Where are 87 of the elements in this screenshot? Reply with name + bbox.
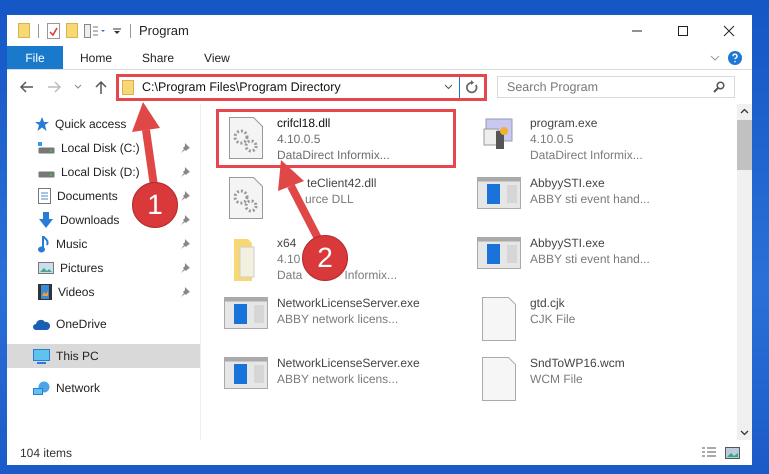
file-name[interactable]: SndToWP16.wcm <box>530 355 625 371</box>
star-icon <box>33 117 49 131</box>
picture-icon <box>38 262 54 274</box>
sidebar-item[interactable]: Videos <box>58 285 94 299</box>
properties-icon[interactable] <box>47 22 60 38</box>
pin-icon[interactable] <box>180 167 190 177</box>
file-detail: ABBY network licens... <box>277 311 398 327</box>
file-detail: ABBY network licens... <box>277 371 398 387</box>
monitor-icon <box>33 348 50 364</box>
scroll-down-icon[interactable] <box>740 430 749 436</box>
search-icon[interactable] <box>713 81 725 93</box>
gear-file-icon[interactable] <box>229 177 263 219</box>
chevron-down-icon[interactable] <box>444 84 453 90</box>
file-detail: Informix... <box>344 267 398 283</box>
scrollbar[interactable] <box>737 104 752 440</box>
sidebar-item[interactable]: Quick access <box>7 112 200 136</box>
pin-icon[interactable] <box>180 263 190 273</box>
thumbnail-view-icon[interactable] <box>725 446 740 458</box>
up-arrow-icon[interactable] <box>95 80 107 94</box>
file-detail: DataDirect Informix... <box>277 147 390 163</box>
view-icon[interactable] <box>84 24 106 38</box>
film-icon <box>38 284 52 300</box>
pin-icon[interactable] <box>180 239 190 249</box>
window-icon[interactable] <box>477 177 521 209</box>
window-icon[interactable] <box>224 297 268 329</box>
sidebar-item[interactable]: This PC <box>7 344 200 368</box>
sidebar-item[interactable]: OneDrive <box>7 312 200 336</box>
file-name[interactable]: x64 <box>277 235 296 251</box>
file-name[interactable]: AbbyySTI.exe <box>530 235 605 251</box>
address-path: C:\Program Files\Program Directory <box>142 80 342 94</box>
ribbon-tab[interactable]: Share <box>127 46 190 69</box>
chevron-down-icon[interactable] <box>74 84 82 90</box>
file-detail: CJK File <box>530 311 576 327</box>
window-icon[interactable] <box>224 357 268 389</box>
back-arrow-icon[interactable] <box>20 81 34 93</box>
scrollbar-thumb[interactable] <box>737 120 752 170</box>
file-detail: urce DLL <box>305 191 354 207</box>
sidebar-item[interactable]: Local Disk (C:) <box>61 141 140 155</box>
file-detail: ABBY sti event hand... <box>530 251 650 267</box>
dropdown-icon[interactable] <box>112 26 122 36</box>
file-icon[interactable] <box>482 357 516 401</box>
ribbon-tab[interactable]: Home <box>65 46 128 69</box>
file-detail: Data <box>277 267 302 283</box>
file-detail: 4.10.0.5 <box>277 131 320 147</box>
refresh-icon[interactable] <box>465 80 479 94</box>
forward-arrow-icon[interactable] <box>47 81 61 93</box>
file-detail: 4.10 <box>277 251 300 267</box>
file-name[interactable]: AbbyySTI.exe <box>530 175 605 191</box>
sidebar-item[interactable]: Downloads <box>60 213 120 227</box>
pin-icon[interactable] <box>180 191 190 201</box>
sidebar-item[interactable]: Network <box>7 376 200 400</box>
file-name[interactable]: NetworkLicenseServer.exe <box>277 295 420 311</box>
sidebar-item[interactable]: Pictures <box>60 261 104 275</box>
file-icon[interactable] <box>482 297 516 341</box>
address-bar[interactable]: C:\Program Files\Program Directory <box>119 76 460 98</box>
file-detail: WCM File <box>530 371 583 387</box>
file-name[interactable]: crifcl18.dll <box>277 115 330 131</box>
network-icon <box>33 380 50 396</box>
cloud-icon <box>33 318 50 330</box>
folder-icon <box>122 80 134 94</box>
file-name[interactable]: teClient42.dll <box>307 175 376 191</box>
document-icon <box>38 188 51 204</box>
search-field[interactable]: Search Program <box>497 76 735 98</box>
pin-icon[interactable] <box>180 143 190 153</box>
sidebar-item[interactable]: Local Disk (D:) <box>61 165 140 179</box>
file-menu-button[interactable]: File <box>7 46 63 69</box>
gear-file-icon[interactable] <box>229 117 263 159</box>
pin-icon[interactable] <box>180 215 190 225</box>
music-note-icon <box>38 236 50 252</box>
window-icon[interactable] <box>477 237 521 269</box>
ribbon-tab[interactable]: View <box>189 46 245 69</box>
file-name[interactable]: program.exe <box>530 115 598 131</box>
sidebar-item[interactable]: Documents <box>57 189 118 203</box>
item-count: 104 items <box>20 446 72 460</box>
file-name[interactable]: gtd.cjk <box>530 295 565 311</box>
file-name[interactable]: NetworkLicenseServer.exe <box>277 355 420 371</box>
scroll-up-icon[interactable] <box>740 108 749 114</box>
help-icon[interactable] <box>728 50 742 64</box>
file-detail: ABBY sti event hand... <box>530 191 650 207</box>
sidebar-item[interactable]: Music <box>56 237 88 251</box>
down-arrow-icon <box>38 212 54 228</box>
file-detail: 4.10.0.5 <box>530 131 574 147</box>
details-view-icon[interactable] <box>701 446 717 458</box>
window-title: Program <box>139 23 189 38</box>
drive-icon <box>38 142 55 154</box>
pin-icon[interactable] <box>180 287 190 297</box>
file-detail: DataDirect Informix... <box>530 147 643 163</box>
